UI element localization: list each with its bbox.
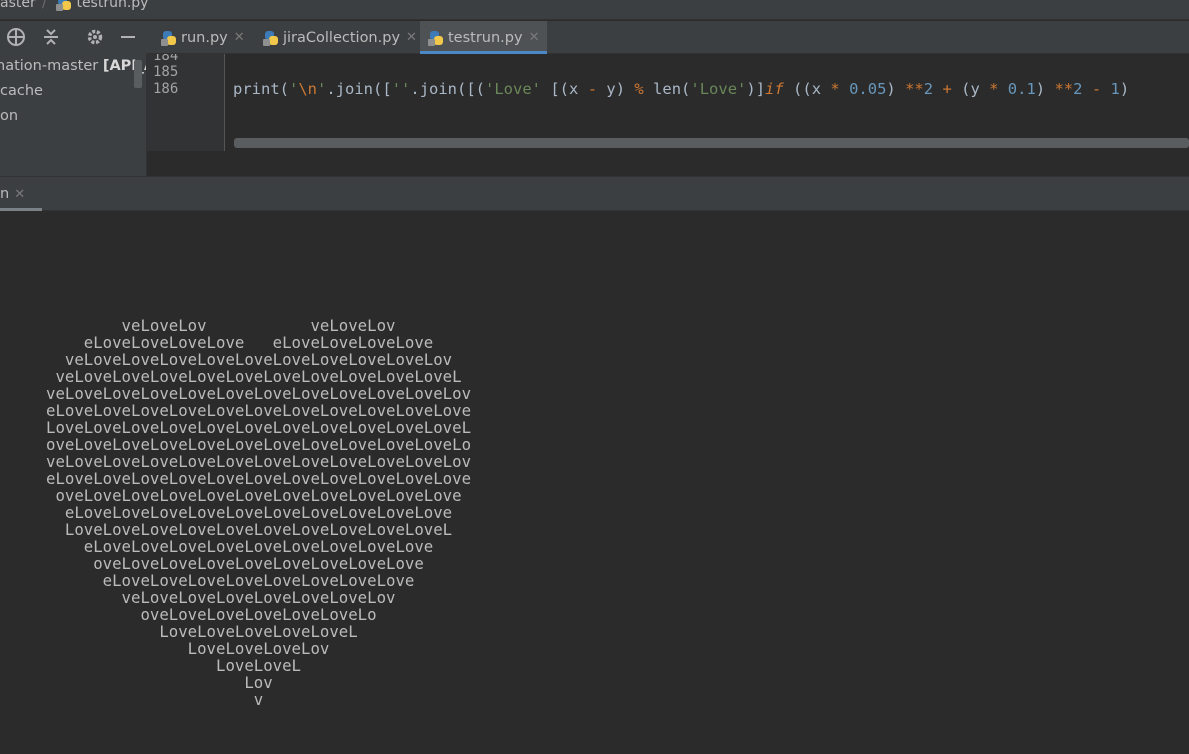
tab-jiracollection-py[interactable]: jiraCollection.py ✕ <box>255 21 417 54</box>
editor-horizontal-scrollbar[interactable] <box>234 138 1189 148</box>
collapse-all-icon[interactable] <box>40 26 62 48</box>
breadcrumb: aster / testrun.py <box>0 0 1189 20</box>
console-output: veLoveLov veLoveLov eLoveLoveLoveLove eL… <box>46 317 471 708</box>
console-output-line: veLoveLoveLoveLoveLoveLoveLoveLoveLoveLo… <box>46 367 462 386</box>
project-root-label: nation-master <box>0 58 99 74</box>
breadcrumb-file-label: testrun.py <box>76 0 149 11</box>
run-tab[interactable]: n ✕ <box>0 177 42 211</box>
run-tab-label: n <box>0 186 10 202</box>
console-output-line: oveLoveLoveLoveLoveLoveLoveLoveLove <box>46 554 424 573</box>
project-toolwindow-header <box>0 21 147 54</box>
tab-label: testrun.py <box>448 29 523 46</box>
tree-item-on[interactable]: on <box>0 108 18 124</box>
line-number: 185 <box>153 64 179 80</box>
console-output-line: eLoveLoveLoveLoveLoveLoveLoveLoveLove <box>46 537 434 556</box>
python-file-icon <box>428 30 444 46</box>
run-tabbar: n ✕ <box>0 176 1189 211</box>
console-output-line: eLoveLoveLoveLoveLoveLoveLoveLove <box>46 571 415 590</box>
tab-testrun-py[interactable]: testrun.py ✕ <box>420 21 547 54</box>
tab-label: run.py <box>181 29 228 46</box>
python-file-icon <box>263 30 279 46</box>
project-scrollbar[interactable] <box>134 60 142 88</box>
close-icon[interactable]: ✕ <box>14 187 25 202</box>
console-output-line: veLoveLoveLoveLoveLoveLoveLoveLoveLoveLo… <box>46 350 453 369</box>
breadcrumb-file[interactable]: testrun.py <box>56 0 148 11</box>
console-output-line: LoveLoveL <box>46 656 302 675</box>
tree-item-label: cache <box>0 83 43 99</box>
tab-run-py[interactable]: run.py ✕ <box>153 21 245 54</box>
run-console[interactable]: veLoveLov veLoveLov eLoveLoveLoveLove eL… <box>0 211 1189 754</box>
console-output-line: LoveLoveLoveLoveLoveL <box>46 622 358 641</box>
console-output-line: LoveLoveLoveLoveLoveLoveLoveLoveLoveLove… <box>46 520 453 539</box>
console-output-line: oveLoveLoveLoveLoveLoveLoveLoveLoveLoveL… <box>46 486 462 505</box>
console-output-line: veLoveLov veLoveLov <box>46 316 396 335</box>
console-output-line: eLoveLoveLoveLoveLoveLoveLoveLoveLoveLov… <box>46 401 472 420</box>
close-icon[interactable]: ✕ <box>234 30 245 45</box>
editor-tabbar: run.py ✕ jiraCollection.py ✕ testrun.py … <box>147 21 1189 54</box>
tab-label: jiraCollection.py <box>283 29 401 46</box>
line-number: 184 <box>153 54 179 64</box>
console-output-line: Lov <box>46 673 273 692</box>
minimize-icon[interactable] <box>117 26 139 48</box>
console-output-line: oveLoveLoveLoveLoveLoveLoveLoveLoveLoveL… <box>46 435 472 454</box>
gear-icon[interactable] <box>84 26 106 48</box>
code-editor[interactable]: 184 185 186 print('\n'.join([''.join([('… <box>147 54 1189 176</box>
console-output-line: veLoveLoveLoveLoveLoveLoveLov <box>46 588 396 607</box>
console-output-line: eLoveLoveLoveLove eLoveLoveLoveLove <box>46 333 434 352</box>
breadcrumb-separator: / <box>42 0 47 11</box>
breadcrumb-project[interactable]: aster <box>0 0 36 11</box>
python-file-icon <box>56 0 72 11</box>
close-icon[interactable]: ✕ <box>529 30 540 45</box>
console-output-line: veLoveLoveLoveLoveLoveLoveLoveLoveLoveLo… <box>46 452 472 471</box>
close-icon[interactable]: ✕ <box>406 30 417 45</box>
console-output-line: LoveLoveLoveLoveLoveLoveLoveLoveLoveLove… <box>46 418 472 437</box>
console-output-line: oveLoveLoveLoveLoveLoveLo <box>46 605 377 624</box>
console-output-line: v <box>46 690 264 709</box>
locate-crosshair-icon[interactable] <box>5 26 27 48</box>
line-number-gutter: 184 185 186 <box>147 54 225 151</box>
line-number: 186 <box>153 81 179 97</box>
code-line-186[interactable]: print('\n'.join([''.join([('Love' [(x - … <box>233 80 1129 98</box>
console-output-line: eLoveLoveLoveLoveLoveLoveLoveLoveLoveLov… <box>46 469 472 488</box>
tree-item-cache[interactable]: cache <box>0 83 43 99</box>
console-output-line: veLoveLoveLoveLoveLoveLoveLoveLoveLoveLo… <box>46 384 472 403</box>
python-file-icon <box>161 30 177 46</box>
console-output-line: LoveLoveLoveLov <box>46 639 330 658</box>
project-tree-panel: nation-master [API_Au cache on <box>0 54 147 176</box>
console-output-line: eLoveLoveLoveLoveLoveLoveLoveLoveLoveLov… <box>46 503 453 522</box>
tree-item-label: on <box>0 108 19 124</box>
project-root-item[interactable]: nation-master [API_Au <box>0 58 146 74</box>
